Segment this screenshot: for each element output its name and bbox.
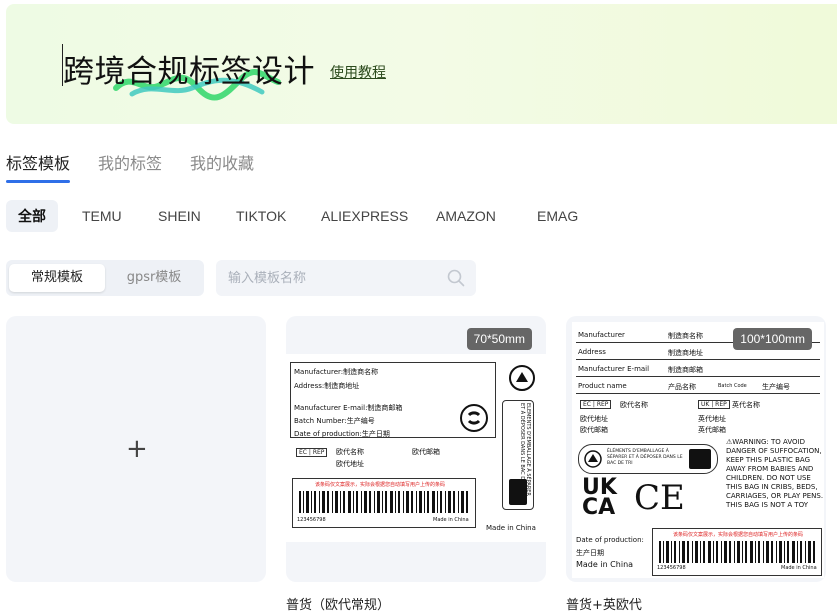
made-in-label: Made in China — [486, 524, 536, 532]
size-badge: 100*100mm — [733, 328, 812, 350]
barcode-made-in: Made in China — [433, 517, 469, 523]
tab-label-templates[interactable]: 标签模板 — [6, 150, 70, 174]
preview-text: 生产日期 — [576, 549, 604, 557]
template-type-toggle: 常规模板 gpsr模板 — [6, 260, 204, 296]
preview-text: Batch Code — [718, 383, 747, 389]
tab-my-labels[interactable]: 我的标签 — [98, 150, 162, 174]
template-title[interactable]: 普货+英欧代 — [566, 594, 642, 613]
preview-text: 英代邮箱 — [698, 426, 726, 434]
tutorial-link[interactable]: 使用教程 — [330, 62, 386, 82]
tab-my-favorites[interactable]: 我的收藏 — [190, 150, 254, 174]
rep-text: REP — [312, 449, 325, 456]
label-preview: Manufacturer:制造商名称 Address:制造商地址 Manufac… — [286, 354, 546, 542]
platform-filter: 全部 TEMU SHEIN TIKTOK ALIEXPRESS AMAZON E… — [6, 200, 836, 232]
template-card[interactable]: Manufacturer 制造商名称 Address 制造商地址 Manufac… — [566, 316, 826, 582]
warning-text: ⚠WARNING: TO AVOID DANGER OF SUFFOCATION… — [726, 438, 824, 509]
bin-icon — [509, 479, 527, 505]
barcode-note: 该条码仅文案展示，实际会根据您自动填写用户上传的条码 — [673, 532, 804, 538]
rep-text: REP — [596, 401, 609, 408]
triman-icon — [584, 450, 602, 468]
triman-icon — [509, 365, 535, 391]
platform-temu[interactable]: TEMU — [82, 200, 122, 232]
uk-text: UK — [701, 401, 710, 408]
preview-text: Date of production:生产日期 — [294, 430, 390, 438]
preview-text: Manufacturer:制造商名称 — [294, 368, 379, 376]
barcode-graphic — [659, 541, 815, 563]
preview-text: 欧代名称 — [336, 448, 364, 456]
triman-text: ÉLÉMENTS D'EMBALLAGE À SÉPARER ET À DÉPO… — [607, 449, 683, 466]
label-preview: Manufacturer 制造商名称 Address 制造商地址 Manufac… — [572, 322, 824, 578]
preview-text: 欧代地址 — [336, 460, 364, 468]
ec-text: EC — [299, 449, 307, 456]
manufacturer-box: Manufacturer:制造商名称 Address:制造商地址 Manufac… — [290, 362, 496, 438]
barcode-number: 123456798 — [657, 565, 686, 571]
gpsr-template-button[interactable]: gpsr模板 — [106, 264, 202, 292]
ec-rep-badge: EC | REP — [580, 400, 612, 409]
platform-shein[interactable]: SHEIN — [158, 200, 201, 232]
preview-row: Product name 产品名称 Batch Code 生产编号 — [576, 377, 820, 394]
ec-text: EC — [583, 401, 591, 408]
barcode-box: 该条码仅文案展示，实际会根据您自动填写用户上传的条码 123456798 Mad… — [652, 528, 822, 576]
preview-row: Manufacturer E-mail 制造商邮箱 — [576, 360, 820, 377]
recycle-green-dot-icon — [460, 404, 488, 432]
triman-block: ÉLÉMENTS D'EMBALLAGE À SÉPARER ET À DÉPO… — [578, 444, 718, 474]
search-input[interactable] — [228, 268, 438, 288]
barcode-graphic — [299, 491, 468, 513]
page-title: 跨境合规标签设计 — [63, 54, 315, 90]
preview-text: Address:制造商地址 — [294, 382, 360, 390]
preview-text: 英代名称 — [732, 401, 760, 409]
preview-text: 制造商地址 — [668, 349, 703, 357]
platform-amazon[interactable]: AMAZON — [436, 200, 496, 232]
preview-text: 制造商邮箱 — [668, 366, 703, 374]
preview-text: Product name — [578, 382, 627, 390]
made-in-label: Made in China — [576, 560, 634, 569]
preview-text: 欧代邮箱 — [580, 426, 608, 434]
barcode-made-in: Made in China — [781, 565, 817, 571]
preview-text: Address — [578, 348, 606, 356]
size-badge: 70*50mm — [466, 328, 532, 350]
preview-text: Batch Number:生产编号 — [294, 417, 375, 425]
platform-emag[interactable]: EMAG — [537, 200, 578, 232]
preview-text: 欧代邮箱 — [412, 448, 440, 456]
barcode-box: 该条码仅文案展示，实际会根据您自动填写用户上传的条码 123456798 Mad… — [292, 478, 476, 528]
preview-text: Manufacturer E-mail:制造商邮箱 — [294, 404, 403, 412]
template-card[interactable]: Manufacturer:制造商名称 Address:制造商地址 Manufac… — [286, 316, 546, 582]
search-icon[interactable] — [446, 268, 466, 288]
active-tab-indicator — [6, 180, 70, 183]
main-tabs: 标签模板 我的标签 我的收藏 — [6, 148, 836, 184]
preview-text: 欧代地址 — [580, 415, 608, 423]
platform-aliexpress[interactable]: ALIEXPRESS — [321, 200, 408, 232]
uk-rep-badge: UK | REP — [698, 400, 730, 409]
regular-template-button[interactable]: 常规模板 — [9, 264, 105, 292]
preview-text: 制造商名称 — [668, 332, 703, 340]
bin-icon — [689, 449, 711, 469]
template-search — [216, 260, 476, 296]
platform-all[interactable]: 全部 — [6, 200, 58, 232]
barcode-number: 123456798 — [297, 517, 326, 523]
rep-text: REP — [715, 401, 727, 408]
preview-text: Date of production: — [576, 536, 644, 544]
ce-mark: CE — [634, 478, 685, 518]
platform-tiktok[interactable]: TIKTOK — [236, 200, 286, 232]
barcode-note: 该条码仅文案展示，实际会根据您自动填写用户上传的条码 — [315, 482, 446, 488]
preview-text: 英代地址 — [698, 415, 726, 423]
preview-text: 生产编号 — [762, 383, 790, 391]
preview-text: 欧代名称 — [620, 401, 648, 409]
triman-side-block: ELEMENTS D'EMBALLAGE À SÉPARER ET À DÉPO… — [502, 400, 534, 510]
preview-text: 产品名称 — [668, 383, 696, 391]
add-template-card[interactable]: + — [6, 316, 266, 582]
ec-rep-badge: EC | REP — [296, 448, 328, 457]
ukca-mark: UK CA — [582, 475, 617, 520]
preview-text: Manufacturer — [578, 331, 625, 339]
template-title[interactable]: 普货（欧代常规） — [286, 594, 390, 613]
preview-text: Manufacturer E-mail — [578, 365, 650, 373]
plus-icon: + — [126, 434, 148, 464]
